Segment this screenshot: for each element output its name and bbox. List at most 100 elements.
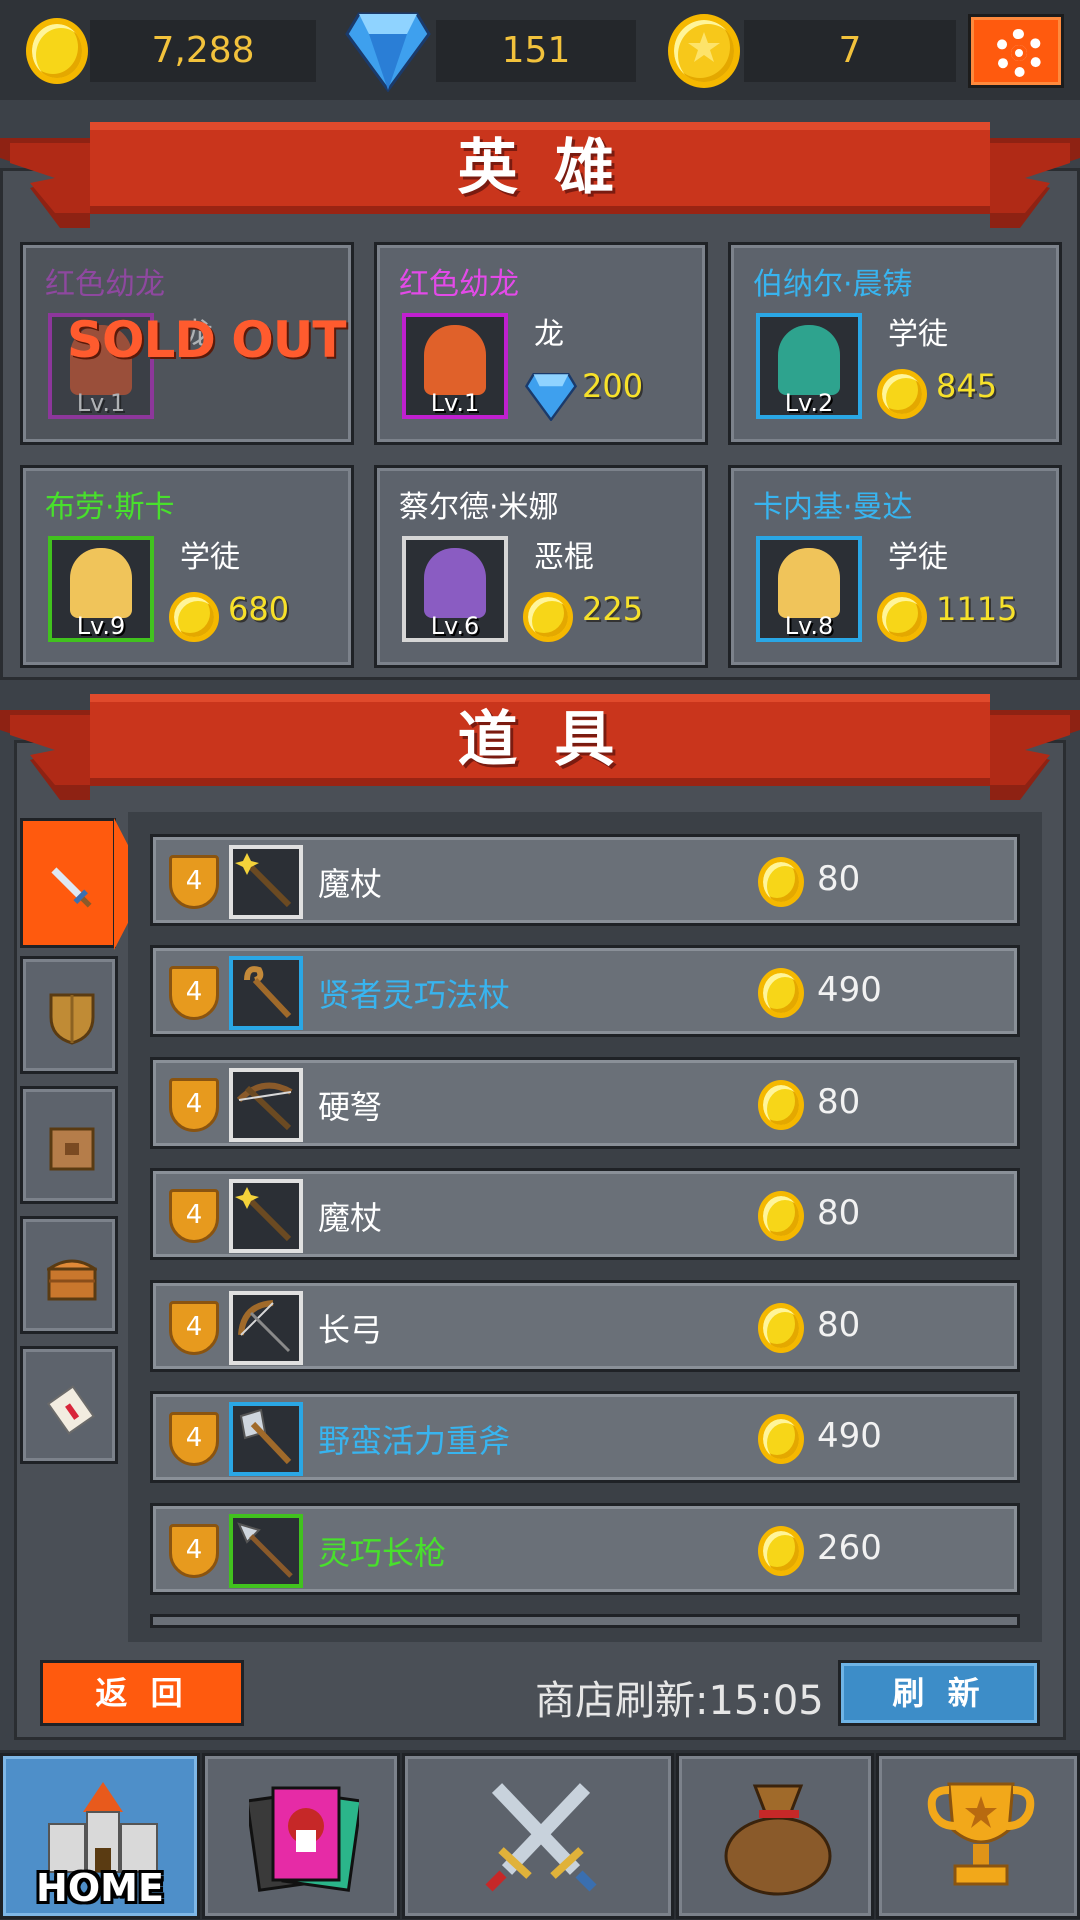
hero-class: 学徒 [888, 540, 948, 575]
item-row-4[interactable]: 4 魔杖 80 [150, 1168, 1020, 1260]
hero-card-3[interactable]: 伯纳尔·晨铸 Lv.2 学徒 845 [728, 242, 1062, 445]
nav-trophy[interactable] [876, 1753, 1080, 1919]
items-title: 道 具 [457, 705, 623, 775]
heroes-banner: 英 雄 [0, 118, 1080, 228]
heroes-title: 英 雄 [457, 133, 623, 203]
crossed-swords-icon [485, 1783, 597, 1892]
tier-badge: 4 [169, 966, 219, 1020]
item-name: 硬弩 [318, 1088, 383, 1126]
hero-card-1: 红色幼龙 Lv.1 龙 SOLD OUT [20, 242, 354, 445]
sold-out-label: SOLD OUT [67, 311, 346, 369]
hero-avatar-icon [70, 548, 132, 618]
item-price: 80 [817, 1305, 861, 1345]
tier-value: 4 [185, 866, 203, 896]
item-price: 490 [817, 1416, 882, 1456]
gold-coin-icon [877, 369, 927, 419]
hero-portrait: Lv.9 [48, 536, 154, 642]
hero-name: 卡内基·曼达 [753, 490, 913, 525]
back-button[interactable]: 返 回 [40, 1660, 244, 1726]
bottom-nav: HOME [0, 1750, 1080, 1920]
nav-loot[interactable] [676, 1753, 874, 1919]
hero-avatar-icon [778, 325, 840, 395]
hero-name: 红色幼龙 [45, 267, 165, 302]
gold-coin-icon [877, 592, 927, 642]
gear-icon [995, 29, 1043, 77]
item-row-1[interactable]: 4 魔杖 80 [150, 834, 1020, 926]
nav-home[interactable]: HOME [0, 1753, 200, 1919]
tier-badge: 4 [169, 1189, 219, 1243]
tier-badge: 4 [169, 1078, 219, 1132]
tab-chests[interactable] [20, 1216, 118, 1334]
trophy-icon [927, 1782, 1035, 1886]
item-name: 魔杖 [318, 865, 383, 903]
resource-bar: 7,288 151 7 [0, 0, 1080, 100]
hero-class: 恶棍 [534, 540, 594, 575]
gold-coin-icon [758, 1080, 804, 1130]
tab-armor[interactable] [20, 956, 118, 1074]
hero-level: Lv.1 [76, 389, 126, 417]
tier-badge: 4 [169, 1412, 219, 1466]
tier-badge: 4 [169, 1301, 219, 1355]
items-banner: 道 具 [0, 690, 1080, 800]
item-name: 野蛮活力重斧 [318, 1422, 511, 1460]
box-icon [49, 1127, 95, 1171]
chest-icon [47, 1259, 97, 1301]
hero-portrait: Lv.1 [402, 313, 508, 419]
gold-coin-icon [758, 857, 804, 907]
tier-badge: 4 [169, 855, 219, 909]
wand-icon [229, 845, 303, 919]
wand-icon [229, 1179, 303, 1253]
refresh-button[interactable]: 刷 新 [838, 1660, 1040, 1726]
item-row-5[interactable]: 4 长弓 80 [150, 1280, 1020, 1372]
item-price: 260 [817, 1528, 882, 1568]
gold-coin-icon [758, 1303, 804, 1353]
hero-card-5[interactable]: 蔡尔德·米娜 Lv.6 恶棍 225 [374, 465, 708, 668]
item-row-partial[interactable] [150, 1614, 1020, 1628]
castle-icon [48, 1782, 158, 1873]
gem-counter: 151 [436, 20, 636, 82]
hero-avatar-icon [424, 548, 486, 618]
item-row-3[interactable]: 4 硬弩 80 [150, 1057, 1020, 1149]
tab-scrolls[interactable] [20, 1346, 118, 1464]
item-price: 490 [817, 970, 882, 1010]
gold-counter: 7,288 [90, 20, 316, 82]
hero-price: 1115 [936, 590, 1018, 628]
hero-level: Lv.2 [784, 389, 834, 417]
gem-icon [525, 373, 577, 421]
item-row-7[interactable]: 4 灵巧长枪 260 [150, 1503, 1020, 1595]
hero-level: Lv.9 [76, 612, 126, 640]
tab-accessories[interactable] [20, 1086, 118, 1204]
hero-avatar-icon [778, 548, 840, 618]
tier-value: 4 [185, 1200, 203, 1230]
tier-badge: 4 [169, 1524, 219, 1578]
hero-card-2[interactable]: 红色幼龙 Lv.1 龙 200 [374, 242, 708, 445]
item-row-6[interactable]: 4 野蛮活力重斧 490 [150, 1391, 1020, 1483]
nav-battle[interactable] [402, 1753, 674, 1919]
nav-heroes[interactable] [202, 1753, 400, 1919]
shop-refresh-timer: 商店刷新:15:05 [535, 1678, 824, 1724]
hero-name: 蔡尔德·米娜 [399, 490, 559, 525]
item-price: 80 [817, 1193, 861, 1233]
gold-coin-icon [758, 1414, 804, 1464]
hero-card-6[interactable]: 卡内基·曼达 Lv.8 学徒 1115 [728, 465, 1062, 668]
hero-class: 学徒 [888, 317, 948, 352]
gold-coin-icon [758, 1526, 804, 1576]
item-row-2[interactable]: 4 贤者灵巧法杖 490 [150, 945, 1020, 1037]
hero-price: 680 [228, 590, 290, 628]
tier-value: 4 [185, 1535, 203, 1565]
hero-card-4[interactable]: 布劳·斯卡 Lv.9 学徒 680 [20, 465, 354, 668]
gold-coin-icon [758, 968, 804, 1018]
spear-icon [229, 1514, 303, 1588]
tab-weapons[interactable] [20, 818, 116, 948]
medal-counter: 7 [744, 20, 956, 82]
settings-button[interactable] [968, 14, 1064, 88]
hero-portrait: Lv.8 [756, 536, 862, 642]
item-name: 贤者灵巧法杖 [318, 976, 511, 1014]
gem-icon [345, 12, 431, 92]
dragon-icon [424, 325, 486, 395]
bow-icon [229, 1291, 303, 1365]
hero-portrait: Lv.6 [402, 536, 508, 642]
gold-coin-icon [26, 18, 88, 84]
gold-coin-icon [169, 592, 219, 642]
tier-value: 4 [185, 1423, 203, 1453]
